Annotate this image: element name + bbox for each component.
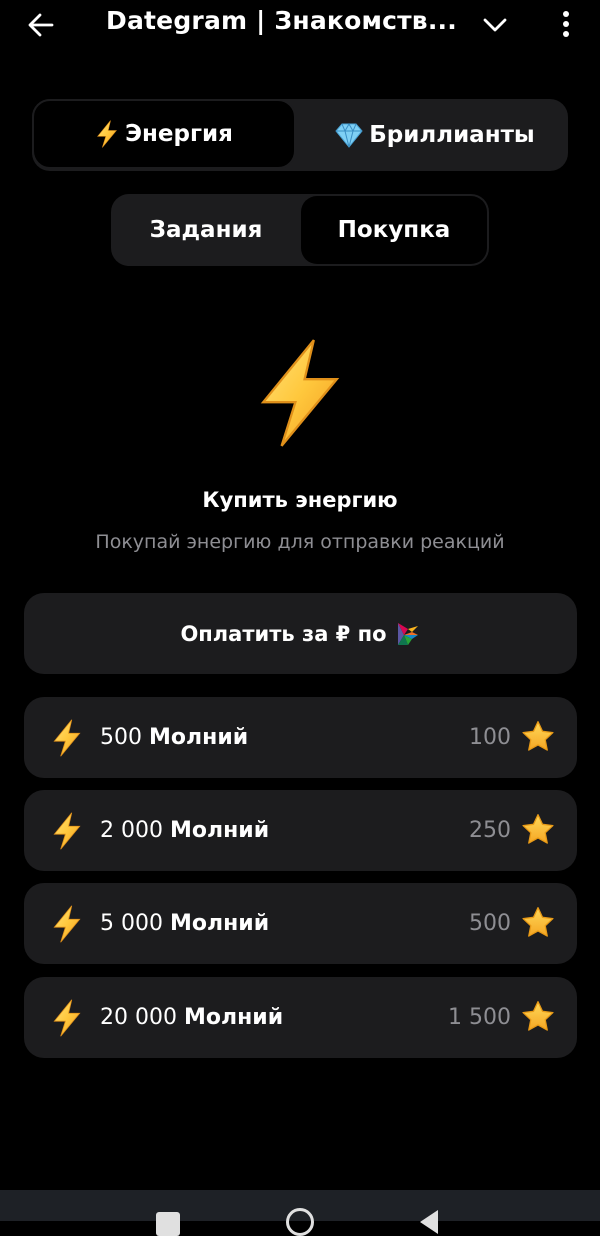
package-label: 500 Молний xyxy=(100,697,248,778)
package-label: 2 000 Молний xyxy=(100,790,269,871)
tab-buy[interactable]: Покупка xyxy=(301,196,487,264)
star-icon xyxy=(521,813,555,847)
star-icon xyxy=(521,1000,555,1034)
package-500[interactable]: 500 Молний 100 xyxy=(24,697,577,778)
dropdown-button[interactable] xyxy=(480,10,510,40)
package-label: 20 000 Молний xyxy=(100,977,283,1058)
package-price: 250 xyxy=(469,818,511,843)
lightning-icon xyxy=(50,719,84,757)
package-price: 100 xyxy=(469,725,511,750)
lightning-icon xyxy=(50,905,84,943)
hero-subtitle: Покупай энергию для отправки реакций xyxy=(95,531,505,553)
lightning-icon xyxy=(50,812,84,850)
tab-diamonds-label: Бриллианты xyxy=(369,122,535,148)
lightning-icon xyxy=(254,336,346,450)
chevron-down-icon xyxy=(483,18,507,32)
lightning-icon xyxy=(95,120,119,148)
lightning-icon xyxy=(50,999,84,1037)
star-icon xyxy=(521,720,555,754)
system-back-button[interactable] xyxy=(420,1210,438,1234)
package-unit: Молний xyxy=(183,1005,284,1030)
hero-title: Купить энергию xyxy=(202,488,398,512)
page-title: Dategram | Знакомств... xyxy=(106,6,457,35)
package-amount: 500 xyxy=(100,725,142,750)
home-button[interactable] xyxy=(286,1208,314,1236)
package-unit: Молний xyxy=(149,725,249,750)
back-button[interactable] xyxy=(26,10,56,40)
pay-button-label: Оплатить за ₽ по xyxy=(180,621,387,646)
tab-diamonds[interactable]: Бриллианты xyxy=(302,99,568,171)
arrow-left-icon xyxy=(28,13,54,37)
top-app-bar: Dategram | Знакомств... xyxy=(0,0,600,48)
currency-tabs: Энергия Бриллианты xyxy=(32,99,568,171)
package-price: 1 500 xyxy=(448,1005,511,1030)
package-5000[interactable]: 5 000 Молний 500 xyxy=(24,883,577,964)
package-20000[interactable]: 20 000 Молний 1 500 xyxy=(24,977,577,1058)
star-icon xyxy=(521,906,555,940)
recents-button[interactable] xyxy=(156,1212,180,1236)
package-label: 5 000 Молний xyxy=(100,883,269,964)
more-menu-button[interactable] xyxy=(552,8,580,40)
sbp-logo-icon xyxy=(397,622,418,645)
package-unit: Молний xyxy=(169,818,270,843)
package-amount: 20 000 xyxy=(100,1005,177,1030)
package-2000[interactable]: 2 000 Молний 250 xyxy=(24,790,577,871)
package-amount: 5 000 xyxy=(100,911,163,936)
pay-rub-button[interactable]: Оплатить за ₽ по xyxy=(24,593,577,674)
package-amount: 2 000 xyxy=(100,818,163,843)
gem-icon xyxy=(335,122,363,148)
package-unit: Молний xyxy=(169,911,270,936)
tab-tasks[interactable]: Задания xyxy=(111,194,301,266)
package-price: 500 xyxy=(469,911,511,936)
tab-energy-label: Энергия xyxy=(125,121,233,147)
mode-tabs: Задания Покупка xyxy=(111,194,489,266)
system-navigation-bar xyxy=(0,1190,600,1236)
tab-energy[interactable]: Энергия xyxy=(32,99,296,169)
more-vertical-icon xyxy=(563,11,569,37)
